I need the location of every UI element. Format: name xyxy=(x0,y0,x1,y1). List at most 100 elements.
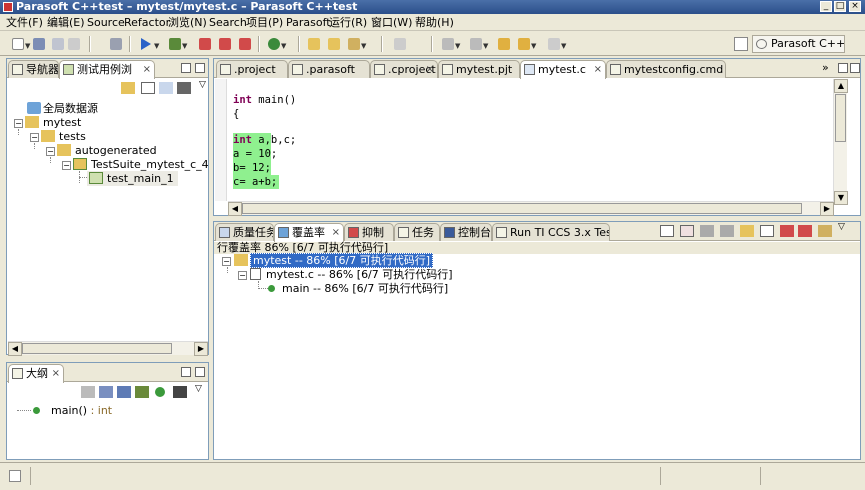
open-perspective-icon[interactable] xyxy=(734,37,748,51)
tab-outline[interactable]: 大纲 × xyxy=(8,364,64,383)
tab-run-ti-tests[interactable]: Run TI CCS 3.x Tests ... xyxy=(492,223,610,241)
menu-file[interactable]: 文件(F) xyxy=(6,15,43,30)
next-icon[interactable] xyxy=(700,225,714,237)
close-tab-icon[interactable]: × xyxy=(332,224,340,241)
hide-nonpublic-icon[interactable] xyxy=(155,387,165,397)
remove-all-icon[interactable] xyxy=(798,225,812,237)
tree-item[interactable]: 全局数据源 xyxy=(27,101,98,116)
close-tab-icon[interactable]: × xyxy=(52,365,60,382)
tab-cproject-file[interactable]: .cproject × xyxy=(370,60,438,78)
fast-view-icon[interactable] xyxy=(9,470,21,482)
close-button[interactable]: × xyxy=(849,1,861,12)
print-icon[interactable] xyxy=(66,36,82,52)
test-icon-3[interactable] xyxy=(237,36,253,52)
run-icon[interactable]: ▼ xyxy=(139,36,159,52)
collapse-all-icon[interactable] xyxy=(760,225,774,237)
hide-fields-icon[interactable] xyxy=(117,386,131,398)
editor-vertical-scrollbar[interactable]: ▲ ▼ xyxy=(833,79,848,205)
minimize-button[interactable]: _ xyxy=(820,1,832,12)
coverage-tree-item[interactable]: mytest -- 86% [6/7 可执行代码行] xyxy=(234,253,434,268)
tab-config-cmd[interactable]: mytestconfig.cmd xyxy=(606,60,726,78)
tab-quality-tasks[interactable]: 质量任务 xyxy=(215,223,274,241)
tab-parasoft-file[interactable]: .parasoft xyxy=(288,60,370,78)
open-folder-icon[interactable] xyxy=(306,36,322,52)
view-menu-icon[interactable]: ▽ xyxy=(199,80,206,90)
expand-toggle-icon[interactable]: − xyxy=(14,119,23,128)
close-tab-icon[interactable]: × xyxy=(594,61,602,78)
sort-icon[interactable] xyxy=(81,386,95,398)
pin-icon[interactable] xyxy=(392,36,408,52)
report-icon[interactable] xyxy=(680,225,694,237)
tab-console[interactable]: 控制台 xyxy=(440,223,492,241)
debug-icon[interactable]: ▼ xyxy=(266,36,286,52)
maximize-button[interactable]: □ xyxy=(834,1,846,12)
tab-tasks[interactable]: 任务 xyxy=(394,223,440,241)
minimize-view-icon[interactable] xyxy=(181,63,191,73)
expand-toggle-icon[interactable]: − xyxy=(46,147,55,156)
scroll-left-icon[interactable]: ◀ xyxy=(8,342,22,356)
view-menu-icon[interactable]: ▽ xyxy=(195,384,202,394)
tab-pjt-file[interactable]: mytest.pjt xyxy=(438,60,520,78)
back-icon[interactable]: ▼ xyxy=(516,36,536,52)
menu-source[interactable]: Source xyxy=(87,15,125,30)
tab-overflow-icon[interactable]: » xyxy=(822,61,829,74)
expand-toggle-icon[interactable]: − xyxy=(62,161,71,170)
view-menu-icon[interactable]: ▽ xyxy=(838,222,845,232)
collapse-all-icon[interactable] xyxy=(141,82,155,94)
test-icon-1[interactable] xyxy=(197,36,213,52)
scroll-right-icon[interactable]: ▶ xyxy=(820,202,834,216)
tab-test-case-explorer[interactable]: 测试用例浏 × xyxy=(59,60,155,79)
forward-icon[interactable]: ▼ xyxy=(546,36,566,52)
test-icon-2[interactable] xyxy=(217,36,233,52)
test-run-icon[interactable]: ▼ xyxy=(167,36,187,52)
coverage-tree-item[interactable]: mytest.c -- 86% [6/7 可执行代码行] xyxy=(250,267,453,282)
code-line[interactable]: { xyxy=(233,107,239,121)
scroll-thumb[interactable] xyxy=(835,94,846,142)
open-file-icon[interactable] xyxy=(326,36,342,52)
scroll-down-icon[interactable]: ▼ xyxy=(834,191,848,205)
expand-toggle-icon[interactable]: − xyxy=(238,271,247,280)
expand-toggle-icon[interactable]: − xyxy=(222,257,231,266)
menu-parasoft[interactable]: Parasoft xyxy=(286,15,331,30)
hide-macros-icon[interactable] xyxy=(173,386,187,398)
scroll-left-icon[interactable]: ◀ xyxy=(228,202,242,216)
scroll-up-icon[interactable]: ▲ xyxy=(834,79,848,93)
menu-window[interactable]: 窗口(W) xyxy=(371,15,412,30)
minimize-view-icon[interactable] xyxy=(838,63,848,73)
scroll-thumb[interactable] xyxy=(242,203,802,214)
save-all-icon[interactable] xyxy=(50,36,66,52)
sort-alpha-icon[interactable] xyxy=(99,386,113,398)
outline-item[interactable]: main() : int xyxy=(33,403,112,418)
code-line-covered[interactable]: b= 12; xyxy=(233,161,271,175)
menu-help[interactable]: 帮助(H) xyxy=(415,15,454,30)
tree-item[interactable]: test_main_1 xyxy=(87,171,178,186)
document-icon[interactable] xyxy=(660,225,674,237)
horizontal-scrollbar[interactable]: ◀ ▶ xyxy=(8,341,208,356)
close-tab-icon[interactable]: × xyxy=(143,61,151,78)
code-line-covered[interactable]: int a,b,c; xyxy=(233,133,296,147)
new-icon[interactable]: ▼ xyxy=(10,36,30,52)
tree-item[interactable]: autogenerated xyxy=(57,143,157,158)
maximize-view-icon[interactable] xyxy=(850,63,860,73)
scroll-right-icon[interactable]: ▶ xyxy=(194,342,208,356)
expand-toggle-icon[interactable]: − xyxy=(30,133,39,142)
pin-icon[interactable] xyxy=(818,225,832,237)
build-icon[interactable] xyxy=(108,36,124,52)
tab-mytest-c[interactable]: mytest.c × xyxy=(520,60,606,79)
menu-navigate[interactable]: 浏览(N) xyxy=(168,15,207,30)
code-line-covered[interactable]: a = 10; xyxy=(233,147,277,161)
last-edit-icon[interactable] xyxy=(496,36,512,52)
close-tab-icon[interactable]: × xyxy=(426,61,434,78)
tree-item[interactable]: mytest xyxy=(25,115,81,130)
link-editor-icon[interactable] xyxy=(159,82,173,94)
remove-icon[interactable] xyxy=(780,225,794,237)
hide-static-icon[interactable] xyxy=(135,386,149,398)
save-icon[interactable] xyxy=(31,36,47,52)
maximize-view-icon[interactable] xyxy=(195,367,205,377)
tree-item[interactable]: TestSuite_mytest_c_4382efe2 xyxy=(73,157,209,172)
maximize-view-icon[interactable] xyxy=(195,63,205,73)
tree-item[interactable]: tests xyxy=(41,129,86,144)
minimize-view-icon[interactable] xyxy=(181,367,191,377)
tab-coverage[interactable]: 覆盖率 × xyxy=(274,223,344,242)
tools-icon[interactable]: ▼ xyxy=(346,36,366,52)
